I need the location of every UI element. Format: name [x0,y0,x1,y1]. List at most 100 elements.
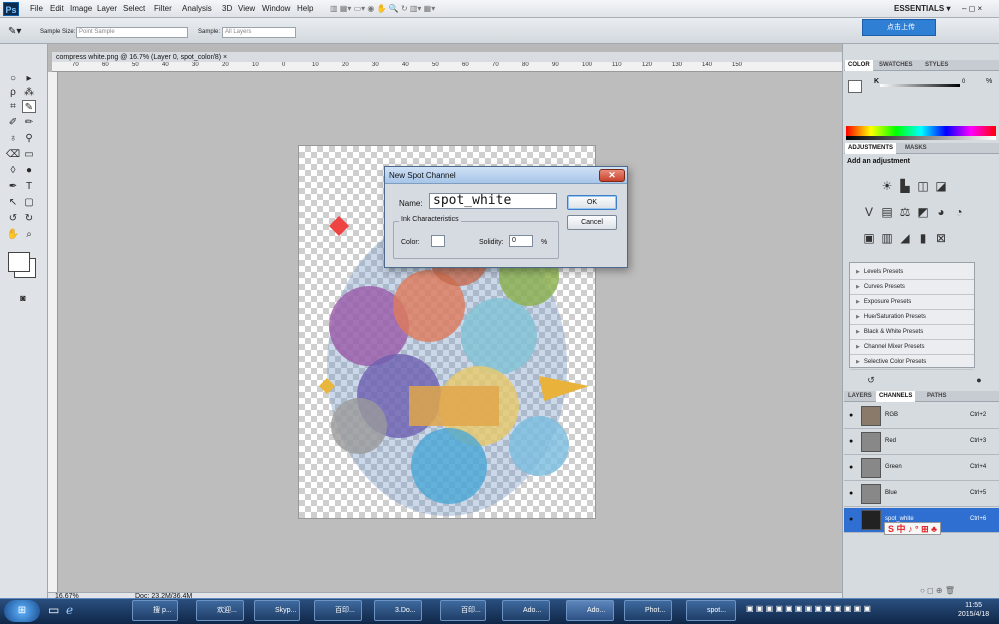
polygon-lasso-icon[interactable]: ρ [6,86,20,99]
history-brush-icon[interactable]: ⚲ [22,132,36,145]
menu-select[interactable]: Select [123,4,145,13]
brush-icon[interactable]: ✏ [22,116,36,129]
invert-icon[interactable]: ▣ [862,232,876,244]
solidity-input[interactable]: 0 [509,235,533,247]
3d-rotate-icon[interactable]: ↺ [6,212,20,225]
preset-hue-saturation[interactable]: Hue/Saturation Presets [850,310,974,325]
menu-layer[interactable]: Layer [97,4,117,13]
tray-icons[interactable]: ▣ ▣ ▣ ▣ ▣ ▣ ▣ ▣ ▣ ▣ ▣ ▣ ▣ [746,604,871,613]
taskbar-item-skype[interactable]: Skyp... [254,600,300,621]
eye-icon[interactable]: ● [849,438,853,445]
preset-channel-mixer[interactable]: Channel Mixer Presets [850,340,974,355]
weibo-upload-button[interactable]: 点击上传 [862,19,936,36]
window-controls[interactable]: – ◻ × [962,4,982,13]
eye-icon[interactable]: ● [849,412,853,419]
lasso-icon[interactable]: ○ [6,72,20,85]
clip-icon[interactable]: ● [972,374,986,386]
3d-orbit-icon[interactable]: ↻ [22,212,36,225]
path-select-icon[interactable]: ↖ [6,196,20,209]
tab-swatches[interactable]: SWATCHES [876,60,916,71]
shape-icon[interactable]: ▢ [22,196,36,209]
sample-size-select[interactable]: Point Sample [76,27,188,38]
vibrance-icon[interactable]: V [862,206,876,218]
color-spectrum[interactable] [846,126,996,136]
preset-levels[interactable]: Levels Presets [850,265,974,280]
bridge-icon[interactable]: ▥ ▦▾ ▭▾ ◉ ✋ 🔍 ↻ ▥▾ ▦▾ [330,4,435,13]
black-white-icon[interactable]: ◩ [916,206,930,218]
channel-row-blue[interactable]: ● Blue Ctrl+5 [844,482,999,507]
close-icon[interactable]: ✕ [599,169,625,182]
exposure-icon[interactable]: ◪ [934,180,948,192]
quick-mask-icon[interactable]: ◙ [16,292,30,305]
tab-channels[interactable]: CHANNELS [876,391,916,402]
k-value[interactable]: 0 [962,79,965,85]
taskbar-item-ado-1[interactable]: Ado... [502,600,550,621]
eye-icon[interactable]: ● [849,490,853,497]
blur-icon[interactable]: ◊ [6,164,20,177]
name-input[interactable]: spot_white [429,193,557,209]
dodge-icon[interactable]: ● [22,164,36,177]
menu-view[interactable]: View [238,4,255,13]
ime-toolbar[interactable]: S 中 ♪ ° ⊞ ♣ [884,522,942,535]
menu-3d[interactable]: 3D [222,4,232,13]
menu-image[interactable]: Image [70,4,92,13]
eye-icon[interactable]: ● [849,516,853,523]
taskbar-item-3do[interactable]: 3.Do... [374,600,422,621]
preset-selective-color[interactable]: Selective Color Presets [850,355,974,370]
hand-icon[interactable]: ✋ [6,228,20,241]
tab-layers[interactable]: LAYERS [845,391,875,402]
hue-saturation-icon[interactable]: ▤ [880,206,894,218]
curves-icon[interactable]: ◫ [916,180,930,192]
grayscale-ramp[interactable] [846,136,996,140]
gradient-map-icon[interactable]: ▮ [916,232,930,244]
healing-icon[interactable]: ✐ [6,116,20,129]
magic-wand-icon[interactable]: ⁂ [22,86,36,99]
taskbar-item-spot[interactable]: spot... [686,600,736,621]
workspace-switcher[interactable]: ESSENTIALS ▾ [894,4,950,13]
type-icon[interactable]: T [22,180,36,193]
taskbar-item-search[interactable]: 搜 p... [132,600,178,621]
gradient-icon[interactable]: ▭ [22,148,36,161]
tab-adjustments[interactable]: ADJUSTMENTS [845,143,897,154]
preset-black-white[interactable]: Black & White Presets [850,325,974,340]
start-button[interactable]: ⊞ [4,600,40,622]
selective-color-icon[interactable]: ⊠ [934,232,948,244]
clone-stamp-icon[interactable]: ♁ [6,132,20,145]
move-icon[interactable]: ▸ [22,72,36,85]
eraser-icon[interactable]: ⌫ [6,148,20,161]
quicklaunch-ie-icon[interactable]: ℯ [66,603,73,617]
tab-color[interactable]: COLOR [845,60,873,71]
ok-button[interactable]: OK [567,195,617,210]
menu-analysis[interactable]: Analysis [182,4,212,13]
posterize-icon[interactable]: ▥ [880,232,894,244]
zoom-icon[interactable]: ⌕ [22,228,36,241]
menu-filter[interactable]: Filter [154,4,172,13]
channel-mixer-icon[interactable]: ◔ [952,206,966,218]
panel-bottom-icons[interactable]: ○ ◻ ⊕ 🗑 [920,586,955,595]
clock[interactable]: 11:55 2015/4/18 [958,601,989,619]
tab-paths[interactable]: PATHS [924,391,949,402]
menu-window[interactable]: Window [262,4,290,13]
eyedropper-tool-icon[interactable]: ✎ [22,100,36,113]
tab-styles[interactable]: STYLES [922,60,951,71]
crop-icon[interactable]: ⌗ [6,100,20,113]
channel-row-red[interactable]: ● Red Ctrl+3 [844,430,999,455]
cancel-button[interactable]: Cancel [567,215,617,230]
eyedropper-icon[interactable]: ✎▾ [8,26,21,37]
k-slider[interactable] [880,84,960,87]
menu-file[interactable]: File [30,4,43,13]
pen-icon[interactable]: ✒ [6,180,20,193]
eye-icon[interactable]: ● [849,464,853,471]
channel-row-green[interactable]: ● Green Ctrl+4 [844,456,999,481]
tab-masks[interactable]: MASKS [902,143,930,154]
menu-edit[interactable]: Edit [50,4,64,13]
taskbar-item-welcome[interactable]: 欢迎... [196,600,244,621]
preset-exposure[interactable]: Exposure Presets [850,295,974,310]
menu-help[interactable]: Help [297,4,313,13]
color-balance-icon[interactable]: ⚖ [898,206,912,218]
quicklaunch-desktop-icon[interactable]: ▭ [48,603,59,617]
foreground-color-swatch[interactable] [8,252,30,272]
taskbar-item-baiyin-1[interactable]: 百印... [314,600,362,621]
threshold-icon[interactable]: ◢ [898,232,912,244]
return-icon[interactable]: ↺ [864,374,878,386]
